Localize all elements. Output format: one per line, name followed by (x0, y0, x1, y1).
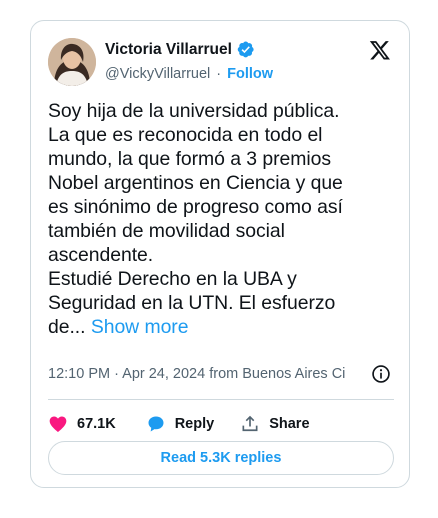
author-handle[interactable]: @VickyVillarruel (105, 66, 210, 82)
share-upload-icon (242, 415, 258, 432)
tweet-timestamp[interactable]: 12:10 PM · Apr 24, 2024 from Buenos Aire… (48, 366, 378, 382)
share-label: Share (269, 416, 310, 432)
share-button[interactable]: Share (240, 414, 310, 434)
author-name-row[interactable]: Victoria Villarruel (105, 40, 255, 59)
show-more-link[interactable]: Show more (91, 316, 189, 338)
separator-dot: · (216, 66, 222, 82)
like-button[interactable]: 67.1K (48, 414, 116, 434)
verified-badge-icon (237, 41, 254, 58)
x-logo-icon[interactable] (369, 39, 391, 61)
tweet-text: Soy hija de la universidad pública. La q… (48, 100, 343, 338)
speech-bubble-icon (148, 416, 164, 432)
reply-button[interactable]: Reply (146, 414, 215, 434)
info-icon[interactable] (371, 364, 391, 384)
avatar[interactable] (48, 38, 96, 86)
author-name[interactable]: Victoria Villarruel (105, 41, 232, 59)
action-bar: 67.1K Reply Share (48, 409, 310, 439)
follow-button[interactable]: Follow (227, 66, 273, 82)
reply-label: Reply (174, 416, 215, 432)
avatar-image (48, 38, 96, 86)
tweet-body: Soy hija de la universidad pública. La q… (48, 99, 398, 339)
heart-icon (49, 416, 67, 432)
divider (48, 399, 394, 400)
like-count: 67.1K (77, 416, 116, 432)
author-handle-row: @VickyVillarruel · Follow (105, 66, 273, 82)
tweet-card: Victoria Villarruel @VickyVillarruel · F… (30, 20, 410, 488)
read-replies-button[interactable]: Read 5.3K replies (48, 441, 394, 475)
